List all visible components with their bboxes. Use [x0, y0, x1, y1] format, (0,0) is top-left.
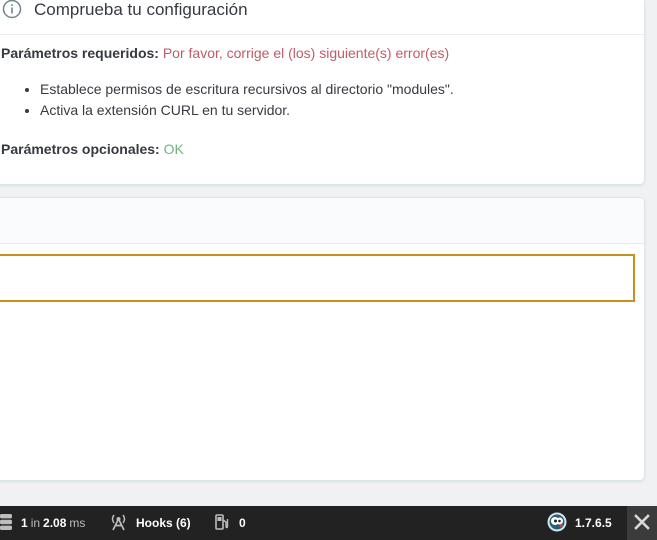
prestashop-logo-icon [547, 512, 567, 535]
debug-queries[interactable]: 1 in 2.08 ms [0, 506, 88, 540]
required-params-label: Parámetros requeridos: [1, 45, 159, 61]
debug-hooks[interactable]: Hooks (6) [109, 506, 191, 540]
optional-params-label: Parámetros opcionales: [1, 141, 160, 157]
panel-heading: Comprueba tu configuración [0, 0, 644, 35]
optional-params-status: OK [163, 141, 184, 157]
required-params-row: Parámetros requeridos: Por favor, corrig… [1, 45, 449, 61]
query-in-label: in [30, 516, 41, 530]
debug-toolbar: 1 in 2.08 ms Hooks (6) 0 1.7.6.5 [0, 506, 657, 540]
hooks-antenna-icon [109, 513, 128, 534]
required-params-status: Por favor, corrige el (los) siguiente(s)… [162, 45, 450, 61]
error-item: Establece permisos de escritura recursiv… [40, 79, 454, 100]
query-count: 1 [21, 516, 28, 530]
error-list: Establece permisos de escritura recursiv… [0, 79, 454, 121]
debug-memory[interactable]: 0 [215, 506, 246, 540]
secondary-panel-heading [0, 198, 644, 244]
optional-params-row: Parámetros opcionales: OK [1, 141, 184, 157]
close-icon [634, 513, 650, 533]
hooks-label: Hooks (6) [136, 516, 191, 530]
query-time: 2.08 [43, 516, 67, 530]
query-time-unit: ms [69, 516, 86, 530]
database-icon [0, 513, 12, 534]
debug-version[interactable]: 1.7.6.5 [547, 506, 612, 540]
error-item: Activa la extensión CURL en tu servidor. [40, 100, 454, 121]
focused-input-field[interactable] [0, 254, 635, 302]
close-debugbar-button[interactable] [627, 506, 657, 540]
secondary-panel [0, 197, 645, 481]
config-check-panel: Comprueba tu configuración Parámetros re… [0, 0, 645, 185]
info-circle-icon [2, 0, 22, 19]
version-label: 1.7.6.5 [575, 516, 612, 530]
memory-value: 0 [239, 516, 246, 530]
fuel-icon [215, 513, 229, 534]
page-title: Comprueba tu configuración [34, 0, 248, 19]
